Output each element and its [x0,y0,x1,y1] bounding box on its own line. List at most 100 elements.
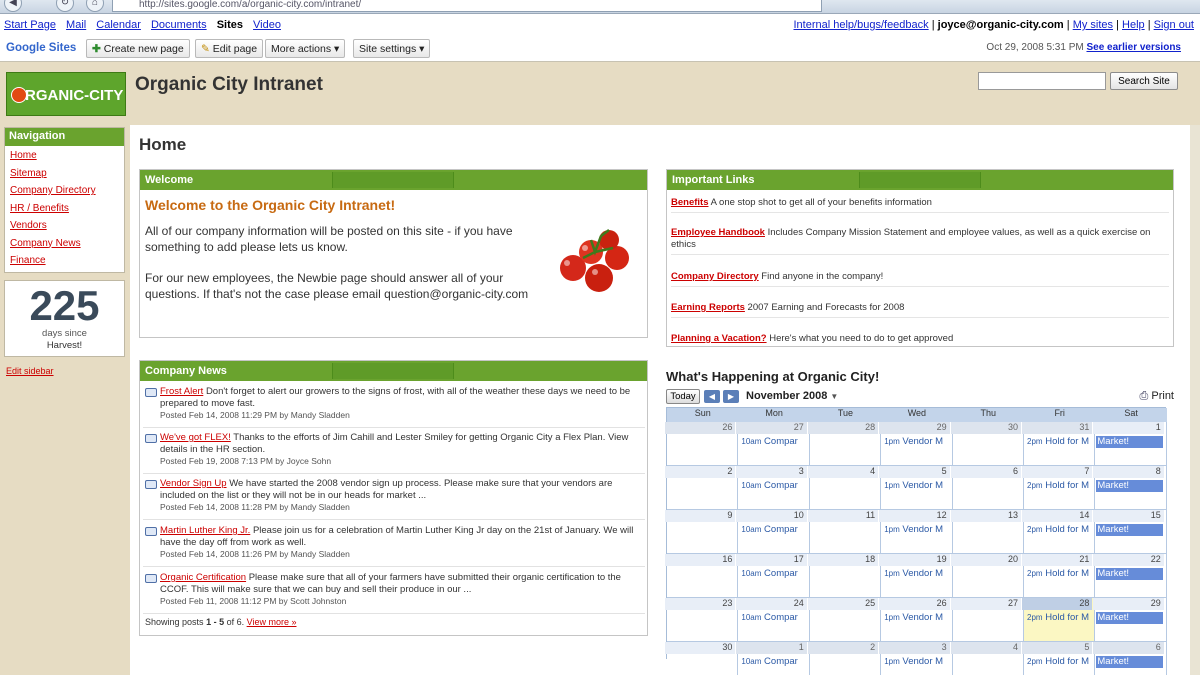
calendar-day-cell[interactable]: 24 10am Compar [736,598,810,642]
month-label[interactable]: November 2008 ▼ [746,390,838,402]
next-month-icon[interactable]: ▶ [723,390,739,403]
back-icon[interactable]: ◀ [4,0,22,12]
calendar-event[interactable]: 2pm Hold for M [1027,436,1093,447]
calendar-event[interactable]: 1pm Vendor M [884,524,950,535]
site-title[interactable]: Organic City Intranet [135,74,323,96]
calendar-day-cell[interactable]: 27 10am Compar [736,422,810,466]
calendar-day-cell[interactable]: 3 10am Compar [736,466,810,510]
calendar-event-allday[interactable]: Market! [1096,480,1164,492]
calendar-day-cell[interactable]: 17 10am Compar [736,554,810,598]
calendar-day-cell[interactable]: 14 2pm Hold for M [1022,510,1096,554]
calendar-event[interactable]: 2pm Hold for M [1027,656,1093,667]
edit-sidebar-link[interactable]: Edit sidebar [6,366,54,376]
home-icon[interactable]: ⌂ [86,0,104,12]
calendar-day-cell[interactable]: 2 [807,642,882,675]
calendar-day-cell[interactable]: 25 [807,598,882,642]
calendar-day-cell[interactable]: 27 [950,598,1024,642]
calendar-event[interactable]: 1pm Vendor M [884,568,950,579]
calendar-day-cell[interactable]: 30 [665,642,739,675]
print-button[interactable]: ⎙ Print [1140,390,1175,403]
link-item-title[interactable]: Planning a Vacation? [671,333,767,344]
calendar-day-cell[interactable]: 1 10am Compar [736,642,810,675]
sidebar-item-vendors[interactable]: Vendors [10,220,47,231]
calendar-event[interactable]: 1pm Vendor M [884,656,950,667]
calendar-day-cell[interactable]: 16 [665,554,739,598]
calendar-day-cell[interactable]: 20 [950,554,1024,598]
calendar-event[interactable]: 1pm Vendor M [884,436,950,447]
calendar-day-cell[interactable]: 31 2pm Hold for M [1022,422,1096,466]
news-item-title[interactable]: Frost Alert [160,386,203,397]
calendar-day-cell[interactable]: 8 Market! [1093,466,1167,510]
sidebar-item-company-news[interactable]: Company News [10,238,81,249]
calendar-day-cell[interactable]: 9 [665,510,739,554]
calendar-event[interactable]: 10am Compar [741,568,807,579]
address-bar[interactable]: http://sites.google.com/a/organic-city.c… [112,0,822,12]
news-item-title[interactable]: Martin Luther King Jr. [160,525,250,536]
google-sites-logo[interactable]: Google Sites [6,42,76,54]
gbar-link-documents[interactable]: Documents [151,19,207,31]
calendar-event[interactable]: 10am Compar [741,524,807,535]
sidebar-item-sitemap[interactable]: Sitemap [10,168,47,179]
calendar-day-cell[interactable]: 22 Market! [1093,554,1167,598]
calendar-day-cell[interactable]: 4 [950,642,1024,675]
calendar-day-cell[interactable]: 6 Market! [1093,642,1167,675]
calendar-event-allday[interactable]: Market! [1096,568,1164,580]
sidebar-item-finance[interactable]: Finance [10,255,46,266]
link-item-title[interactable]: Benefits [671,197,708,208]
calendar-day-cell[interactable]: 26 [665,422,739,466]
sign-out-link[interactable]: Sign out [1154,19,1194,31]
calendar-event[interactable]: 2pm Hold for M [1027,480,1093,491]
calendar-day-cell[interactable]: 18 [807,554,882,598]
calendar-event[interactable]: 1pm Vendor M [884,612,950,623]
calendar-event-allday[interactable]: Market! [1096,612,1164,624]
news-item-title[interactable]: Organic Certification [160,572,246,583]
sidebar-item-home[interactable]: Home [10,150,37,161]
calendar-day-cell[interactable]: 19 1pm Vendor M [879,554,953,598]
calendar-day-cell[interactable]: 2 [665,466,739,510]
page-scrollbar[interactable] [1190,125,1200,675]
my-sites-link[interactable]: My sites [1073,19,1113,31]
calendar-event-allday[interactable]: Market! [1096,656,1164,668]
calendar-day-cell[interactable]: 26 1pm Vendor M [879,598,953,642]
prev-month-icon[interactable]: ◀ [704,390,720,403]
link-item-title[interactable]: Company Directory [671,271,759,282]
gbar-link-calendar[interactable]: Calendar [96,19,141,31]
calendar-day-cell[interactable]: 3 1pm Vendor M [879,642,953,675]
create-page-button[interactable]: ✚ Create new page [86,39,190,58]
link-item-title[interactable]: Earning Reports [671,302,745,313]
calendar-day-cell[interactable]: 11 [807,510,882,554]
site-logo[interactable]: RGANIC-CITY [6,72,126,116]
calendar-event[interactable]: 10am Compar [741,436,807,447]
link-item-title[interactable]: Employee Handbook [671,227,765,238]
search-input[interactable] [978,72,1106,90]
gbar-link-mail[interactable]: Mail [66,19,86,31]
calendar-day-cell[interactable]: 13 [950,510,1024,554]
calendar-day-cell[interactable]: 29 1pm Vendor M [879,422,953,466]
calendar-event[interactable]: 1pm Vendor M [884,480,950,491]
calendar-day-cell[interactable]: 5 2pm Hold for M [1022,642,1096,675]
calendar-event-allday[interactable]: Market! [1096,524,1164,536]
gbar-link-video[interactable]: Video [253,19,281,31]
gbar-link-start-page[interactable]: Start Page [4,19,56,31]
news-item-title[interactable]: We've got FLEX! [160,432,231,443]
calendar-day-cell[interactable]: 5 1pm Vendor M [879,466,953,510]
news-item-title[interactable]: Vendor Sign Up [160,478,227,489]
earlier-versions-link[interactable]: See earlier versions [1086,42,1181,53]
calendar-day-cell[interactable]: 30 [950,422,1024,466]
calendar-event[interactable]: 10am Compar [741,612,807,623]
more-actions-button[interactable]: More actions ▾ [265,39,346,58]
sidebar-item-hr-benefits[interactable]: HR / Benefits [10,203,69,214]
calendar-day-cell[interactable]: 4 [807,466,882,510]
calendar-day-cell[interactable]: 12 1pm Vendor M [879,510,953,554]
edit-page-button[interactable]: ✎ Edit page [195,39,264,58]
today-button[interactable]: Today [666,389,700,404]
search-site-button[interactable]: Search Site [1110,72,1178,90]
calendar-event-allday[interactable]: Market! [1096,436,1164,448]
site-settings-button[interactable]: Site settings ▾ [353,39,431,58]
calendar-day-cell[interactable]: 29 Market! [1093,598,1167,642]
calendar-day-cell[interactable]: 7 2pm Hold for M [1022,466,1096,510]
help-feedback-link[interactable]: Internal help/bugs/feedback [794,19,929,31]
help-link[interactable]: Help [1122,19,1145,31]
calendar-day-cell[interactable]: 28 2pm Hold for M [1022,598,1096,642]
calendar-event[interactable]: 10am Compar [741,656,807,667]
